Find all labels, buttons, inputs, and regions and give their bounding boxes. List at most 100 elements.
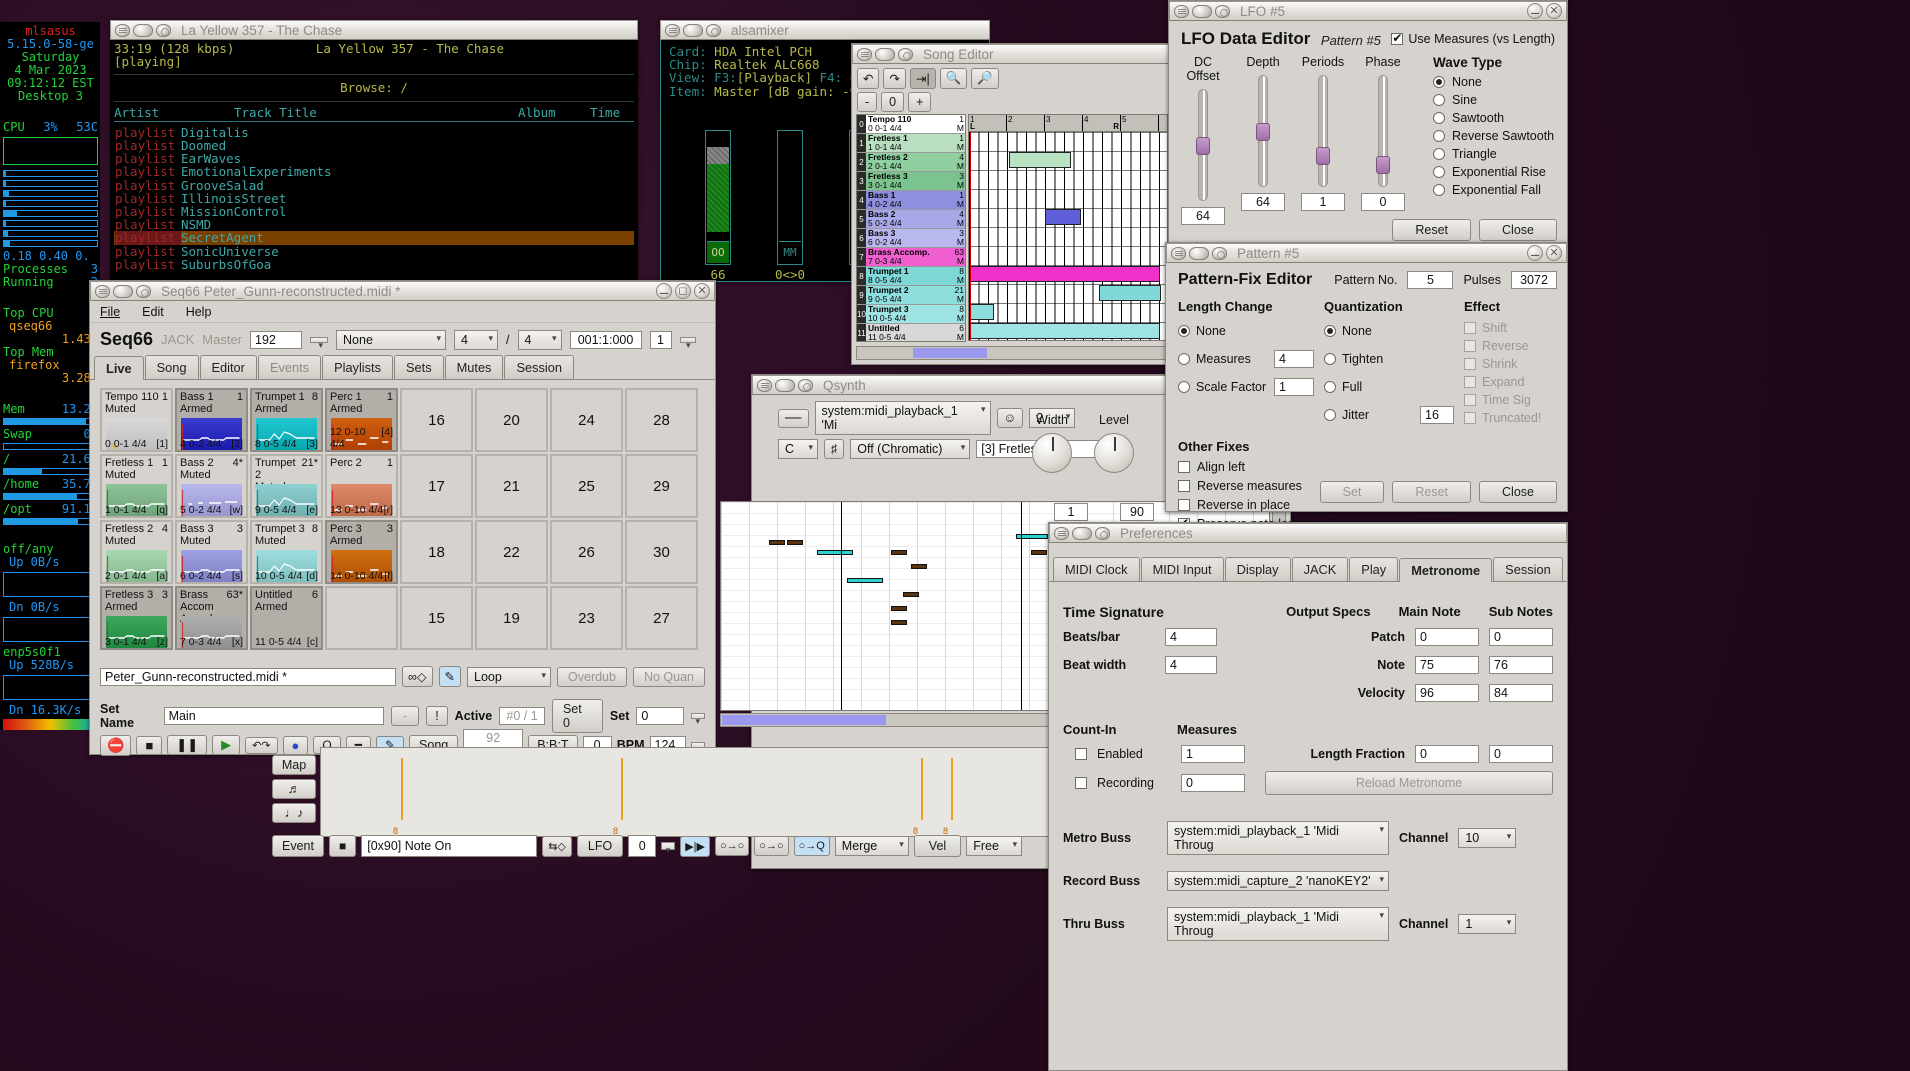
song-track-mute-flag[interactable]: M <box>950 124 964 133</box>
close-button[interactable]: ✕ <box>1546 3 1562 19</box>
pref-buss-dropdown[interactable]: system:midi_capture_2 'nanoKEY2' <box>1167 871 1389 891</box>
pattern-fix-set-button[interactable]: Set <box>1319 481 1385 503</box>
filename-field[interactable]: Peter_Gunn-reconstructed.midi * <box>100 667 396 686</box>
song-track-mute-flag[interactable]: M <box>950 314 964 323</box>
song-editor-ruler[interactable]: 1L234R5 <box>968 114 1168 132</box>
pref-row-field[interactable]: 4 <box>1165 656 1217 674</box>
pattern-fix-reset-button[interactable]: Reset <box>1392 481 1472 503</box>
step-icon-3[interactable]: ○→○ <box>754 836 789 856</box>
quantization-row[interactable]: None <box>1324 321 1454 341</box>
maximize-icon[interactable] <box>136 284 151 298</box>
length-change-radio[interactable] <box>1178 353 1190 365</box>
free-dropdown[interactable]: Free <box>966 836 1023 856</box>
lfo-titlebar[interactable]: LFO #5 ⚊ ✕ <box>1169 1 1567 21</box>
lfo-slider-handle[interactable] <box>1256 123 1270 141</box>
follow-icon[interactable]: ⇥| <box>909 68 936 89</box>
pattern-slot[interactable]: Trumpet 1 8 Armed 8 0-5 4/4 [3] <box>250 388 323 452</box>
window-menu-icon[interactable] <box>857 47 872 61</box>
minimize-icon[interactable] <box>133 23 153 37</box>
velocity-bar[interactable] <box>921 758 923 820</box>
menu-help[interactable]: Help <box>186 305 212 319</box>
event-type-field[interactable]: [0x90] Note On <box>361 835 538 857</box>
pattern-slot-empty[interactable]: 26 <box>550 520 623 584</box>
lfo-value-field[interactable]: 0 <box>628 835 657 857</box>
seq66-titlebar[interactable]: Seq66 Peter_Gunn-reconstructed.midi * ⚊ … <box>90 281 715 301</box>
pattern-slot-empty[interactable]: 15 <box>400 586 473 650</box>
song-track-row[interactable]: 6 Bass 36 0-2 4/4 3 M <box>857 229 965 248</box>
countin-enabled-checkbox[interactable] <box>1075 748 1087 760</box>
noquan-button[interactable]: No Quan <box>632 666 705 687</box>
minimize-icon[interactable] <box>113 284 133 298</box>
tab-editor[interactable]: Editor <box>199 355 257 379</box>
song-trigger-block[interactable] <box>970 304 994 320</box>
song-track-mute-flag[interactable]: M <box>950 181 964 190</box>
minimize-icon[interactable] <box>875 47 895 61</box>
note-block[interactable] <box>891 620 907 625</box>
pref-tab-metronome[interactable]: Metronome <box>1399 558 1493 582</box>
right-marker[interactable]: R <box>1113 122 1119 131</box>
scale-dropdown[interactable]: Off (Chromatic) <box>850 439 971 459</box>
undo-icon[interactable]: ↶ <box>857 68 880 89</box>
maximize-icon[interactable] <box>1095 526 1110 540</box>
use-measures-checkbox[interactable] <box>1391 31 1404 45</box>
maximize-icon[interactable] <box>898 47 913 61</box>
song-trigger-block[interactable] <box>1009 152 1071 168</box>
pref-tab-display[interactable]: Display <box>1224 557 1291 581</box>
quantization-value[interactable]: 16 <box>1420 406 1454 424</box>
song-track-row[interactable]: 2 Fretless 22 0-1 4/4 4 M <box>857 153 965 172</box>
wave-radio-button[interactable] <box>1433 76 1445 88</box>
lfo-button[interactable]: LFO <box>576 835 624 857</box>
pref-main-note-field[interactable]: 75 <box>1415 656 1479 674</box>
song-trigger-block[interactable] <box>1045 209 1081 225</box>
pattern-slot-empty[interactable]: 24 <box>550 388 623 452</box>
set0-button[interactable]: Set 0 <box>551 699 603 733</box>
wave-radio-row[interactable]: Triangle <box>1433 147 1554 161</box>
song-editor-titlebar[interactable]: Song Editor <box>852 44 1172 64</box>
zero-button[interactable]: 0 <box>881 92 905 112</box>
maximize-icon[interactable] <box>156 23 171 37</box>
pref-tab-jack[interactable]: JACK <box>1291 557 1349 581</box>
menu-edit[interactable]: Edit <box>142 305 164 319</box>
pattern-slot-empty[interactable]: 18 <box>400 520 473 584</box>
lfo-slider[interactable] <box>1196 89 1210 201</box>
step-icon-1[interactable]: ▶|▶ <box>680 835 710 857</box>
maximize-icon[interactable] <box>1215 4 1230 18</box>
pref-tab-midi-clock[interactable]: MIDI Clock <box>1053 557 1140 581</box>
pattern-slot[interactable]: Trumpet 221*Muted9 0-5 4/4[e] <box>250 454 323 518</box>
wave-radio-button[interactable] <box>1433 184 1445 196</box>
lfo-slider-handle[interactable] <box>1316 146 1330 165</box>
pattern-slot[interactable]: Perc 1 1 Armed 12 0-10 4/4 [4] <box>325 388 398 452</box>
preferences-tabbar[interactable]: MIDI Clock MIDI Input Display JACK Play Metro… <box>1049 557 1567 582</box>
tab-playlists[interactable]: Playlists <box>322 355 393 379</box>
song-track-mute-flag[interactable]: M <box>950 162 964 171</box>
position-field[interactable]: 001:1:000 <box>569 330 642 349</box>
note-block[interactable] <box>891 550 907 555</box>
set-spinner[interactable] <box>691 713 705 727</box>
song-track-mute-flag[interactable]: M <box>950 257 964 266</box>
song-editor-grid[interactable] <box>968 132 1168 341</box>
buss-dropdown[interactable]: None <box>336 329 447 350</box>
note-block[interactable] <box>911 564 927 569</box>
countin-recording-checkbox[interactable] <box>1075 777 1087 789</box>
window-menu-icon[interactable] <box>1174 4 1189 18</box>
note-block[interactable] <box>903 592 919 597</box>
ppqn-dropdown[interactable] <box>310 336 329 351</box>
vel-button[interactable]: Vel <box>913 835 962 857</box>
lfo-slider-value[interactable]: 64 <box>1241 193 1285 211</box>
minimize-icon[interactable] <box>1192 4 1212 18</box>
playlist-row[interactable]: playlist SecretAgent <box>114 231 634 245</box>
note-block[interactable] <box>891 606 907 611</box>
minimize-icon[interactable] <box>1189 246 1209 260</box>
pref-sub-note-field[interactable]: 76 <box>1489 656 1553 674</box>
song-trigger-block[interactable] <box>1099 285 1161 301</box>
alsamixer-titlebar[interactable]: alsamixer <box>660 20 990 40</box>
pattern-slot-empty[interactable]: 16 <box>400 388 473 452</box>
maximize-icon[interactable] <box>706 23 721 37</box>
length-change-group[interactable]: None Measures 4 Scale Factor 1 <box>1178 321 1314 397</box>
song-ruler-mark[interactable]: 1L <box>969 115 1007 131</box>
loop-icon[interactable]: ↶↷ <box>245 736 278 754</box>
other-fix-checkbox[interactable] <box>1178 499 1190 511</box>
pattern-slot-empty[interactable]: 17 <box>400 454 473 518</box>
pattern-slot[interactable]: Tempo 110 1 Muted 0 0-1 4/4 [1] <box>100 388 173 452</box>
level-value[interactable]: 90 <box>1120 503 1154 521</box>
